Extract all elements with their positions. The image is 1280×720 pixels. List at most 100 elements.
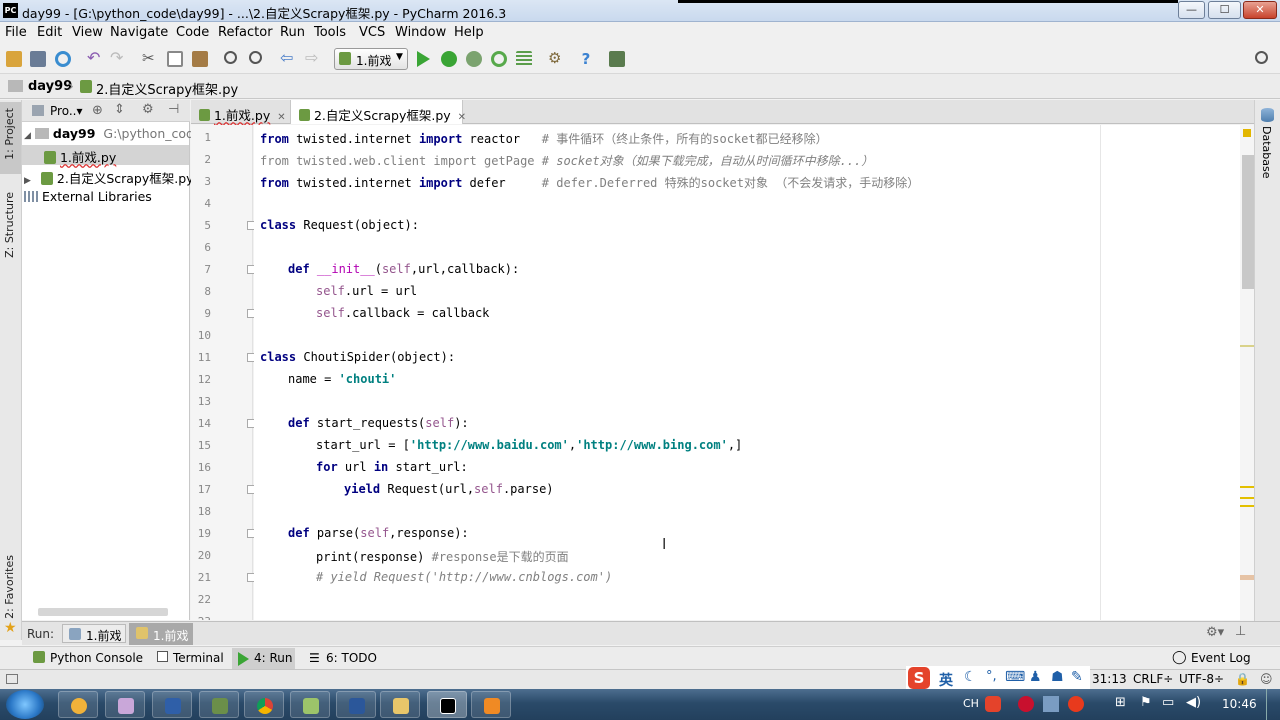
run-tab-1[interactable]: 1.前戏 [62,624,126,643]
back-icon[interactable]: ⇦ [280,50,296,67]
tray-volume-icon[interactable]: ◀) [1186,695,1201,710]
run-tab-2[interactable]: 1.前戏 [129,623,193,645]
keyboard-icon[interactable]: ⌨ [1005,669,1025,685]
close-button[interactable]: ✕ [1243,1,1277,19]
tab-file-2[interactable]: 2.自定义Scrapy框架.py ✕ [291,100,466,124]
horizontal-scrollbar[interactable] [38,608,168,616]
taskbar-app-3[interactable] [152,691,192,718]
taskbar-app-2[interactable] [105,691,145,718]
warning-marker[interactable] [1240,575,1254,580]
tool-windows-icon[interactable] [6,674,18,684]
scroll-thumb[interactable] [1242,155,1254,289]
minimize-button[interactable]: — [1178,1,1205,19]
tray-ime-icon[interactable] [985,696,1001,712]
taskbar-pycharm[interactable] [427,691,467,718]
undo-icon[interactable]: ↶ [87,50,103,67]
tray-app-icon[interactable] [1018,696,1034,712]
run-icon[interactable] [417,51,430,67]
help-icon[interactable]: ? [578,51,594,67]
code-editor[interactable]: from twisted.internet import reactor # 事… [254,125,1254,620]
tab-favorites[interactable]: 2: Favorites [3,555,16,619]
taskbar-notepad[interactable] [290,691,330,718]
wrench-icon[interactable]: ✎ [1071,669,1083,685]
tray-app-icon[interactable] [1043,696,1059,712]
tray-network-icon[interactable]: ⊞ [1115,695,1126,710]
menu-edit[interactable]: Edit [37,25,62,40]
warning-marker[interactable] [1240,345,1254,347]
tab-database[interactable]: Database [1260,126,1273,179]
show-desktop-button[interactable] [1266,689,1280,720]
save-icon[interactable] [30,51,46,67]
taskbar-app-1[interactable] [58,691,98,718]
taskbar-word[interactable] [336,691,376,718]
start-button[interactable] [6,690,44,719]
menu-vcs[interactable]: VCS [359,25,385,40]
menu-file[interactable]: File [5,25,27,40]
editor-scrollbar[interactable] [1240,125,1254,620]
tab-todo[interactable]: 6: TODO [326,651,377,665]
menu-tools[interactable]: Tools [314,25,346,40]
tray-app-icon[interactable] [1068,696,1084,712]
cut-icon[interactable]: ✂ [142,51,158,67]
project-view-select[interactable]: Pro..▾ [50,104,82,118]
moon-icon[interactable]: ☾ [964,669,977,685]
replace-icon[interactable] [249,51,262,64]
copy-icon[interactable] [167,51,183,67]
line-separator[interactable]: CRLF÷ [1133,672,1173,686]
inspector-icon[interactable]: ☺ [1260,672,1273,686]
menu-navigate[interactable]: Navigate [110,25,168,40]
hide-panel-icon[interactable]: ⊣ [168,102,179,117]
tray-monitor-icon[interactable]: ▭ [1162,695,1174,710]
redo-icon[interactable]: ↷ [110,50,126,67]
tree-file-2[interactable]: ▶ 2.自定义Scrapy框架.py [24,168,194,187]
user-icon[interactable]: ♟ [1029,669,1042,685]
hide-panel-icon[interactable]: ⊥ [1235,624,1246,639]
tab-file-1[interactable]: 1.前戏.py ✕ [191,100,291,124]
debug-icon[interactable] [441,51,457,67]
gear-icon[interactable]: ⚙▾ [1206,625,1224,640]
taskbar-app-4[interactable] [199,691,239,718]
plugin-icon[interactable] [609,51,625,67]
menu-refactor[interactable]: Refactor [218,25,273,40]
concurrency-icon[interactable] [516,51,532,67]
warning-marker[interactable] [1240,486,1254,488]
tab-run-active[interactable]: 4: Run [232,648,295,669]
menu-code[interactable]: Code [176,25,209,40]
paste-icon[interactable] [192,51,208,67]
menu-run[interactable]: Run [280,25,305,40]
tab-event-log[interactable]: Event Log [1191,651,1251,665]
coverage-icon[interactable] [466,51,482,67]
close-icon[interactable]: ✕ [458,112,466,123]
taskbar-app-10[interactable] [471,691,511,718]
tab-terminal[interactable]: Terminal [173,651,224,665]
lock-icon[interactable]: 🔒 [1235,672,1250,686]
breadcrumb-project[interactable]: day99 [28,79,72,94]
open-folder-icon[interactable] [6,51,22,67]
tab-python-console[interactable]: Python Console [50,651,143,665]
tray-language[interactable]: CH [963,697,979,710]
tray-flag-icon[interactable]: ⚑ [1140,695,1152,710]
search-everywhere-icon[interactable] [1255,51,1268,64]
cursor-position[interactable]: 31:13 [1092,672,1127,686]
file-encoding[interactable]: UTF-8÷ [1179,672,1224,686]
tree-root[interactable]: ◢ day99 G:\python_code\d [24,126,214,141]
settings-wrench-icon[interactable]: ⚙ [548,51,564,67]
collapse-all-icon[interactable]: ⇕ [114,102,125,117]
scroll-from-source-icon[interactable]: ⊕ [92,103,103,118]
tab-structure[interactable]: Z: Structure [3,192,16,258]
sogou-ime-icon[interactable]: S [908,667,930,689]
menu-view[interactable]: View [72,25,103,40]
warning-marker[interactable] [1240,505,1254,507]
run-config-select[interactable]: 1.前戏 ▼ [334,48,408,70]
maximize-button[interactable]: ☐ [1208,1,1241,19]
forward-icon[interactable]: ⇨ [305,50,321,67]
tray-clock[interactable]: 10:46 [1222,697,1257,711]
warning-marker[interactable] [1240,497,1254,499]
sync-icon[interactable] [55,51,71,67]
gear-icon[interactable]: ⚙ [142,102,154,117]
close-icon[interactable]: ✕ [277,112,285,123]
find-icon[interactable] [224,51,237,64]
breadcrumb-file[interactable]: 2.自定义Scrapy框架.py [96,79,238,98]
menu-help[interactable]: Help [454,25,484,40]
tree-external-libraries[interactable]: External Libraries [24,189,152,204]
